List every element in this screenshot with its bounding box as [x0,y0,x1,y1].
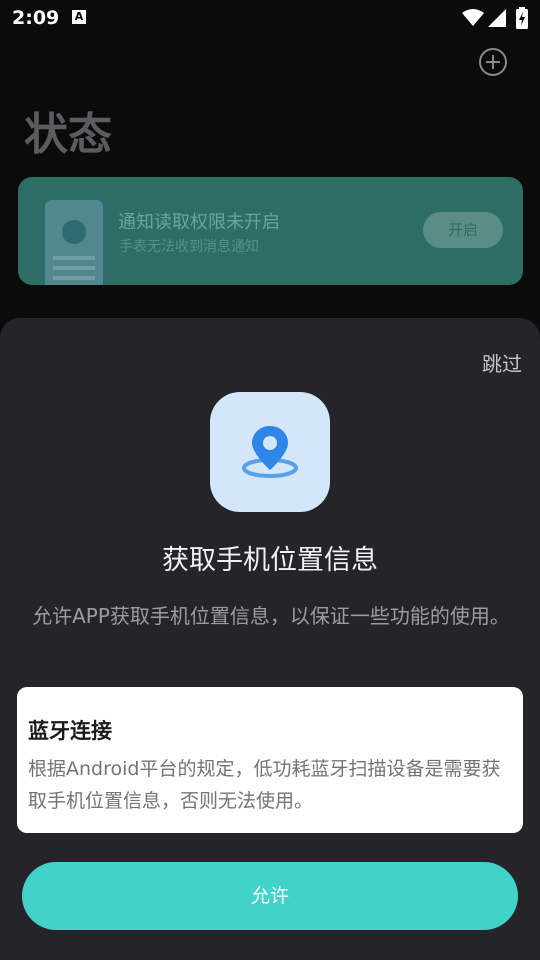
sheet-title: 获取手机位置信息 [162,545,378,576]
battery-charging-icon [516,7,528,29]
bluetooth-info-card: 蓝牙连接 根据Android平台的规定，低功耗蓝牙扫描设备是需要获取手机位置信息… [17,687,523,833]
location-pin-icon [242,426,298,478]
allow-button[interactable]: 允许 [22,862,518,930]
signal-icon [488,9,506,27]
illustration-line [53,276,95,280]
phone-illustration [42,197,106,285]
page-title: 状态 [24,109,112,160]
notification-a-icon: A [72,10,86,24]
status-bar: 2:09 A [0,0,540,36]
skip-button[interactable]: 跳过 [482,348,522,377]
location-permission-sheet: 跳过 获取手机位置信息 允许APP获取手机位置信息，以保证一些功能的使用。 蓝牙… [0,318,540,960]
plus-circle-icon[interactable] [478,47,508,77]
open-permission-button[interactable]: 开启 [423,212,503,248]
info-card-body: 根据Android平台的规定，低功耗蓝牙扫描设备是需要获取手机位置信息，否则无法… [28,758,501,812]
wifi-icon [462,9,484,26]
notification-card-title: 通知读取权限未开启 [118,212,280,233]
bell-icon [62,220,86,244]
location-icon-tile [210,392,330,512]
illustration-line [53,266,95,270]
notification-card-subtitle: 手表无法收到消息通知 [119,239,259,255]
info-card-title: 蓝牙连接 [28,719,112,743]
illustration-line [53,256,95,260]
status-time: 2:09 [12,7,60,29]
notification-permission-card[interactable]: 通知读取权限未开启 手表无法收到消息通知 开启 [18,177,523,285]
sheet-description: 允许APP获取手机位置信息，以保证一些功能的使用。 [32,604,510,628]
